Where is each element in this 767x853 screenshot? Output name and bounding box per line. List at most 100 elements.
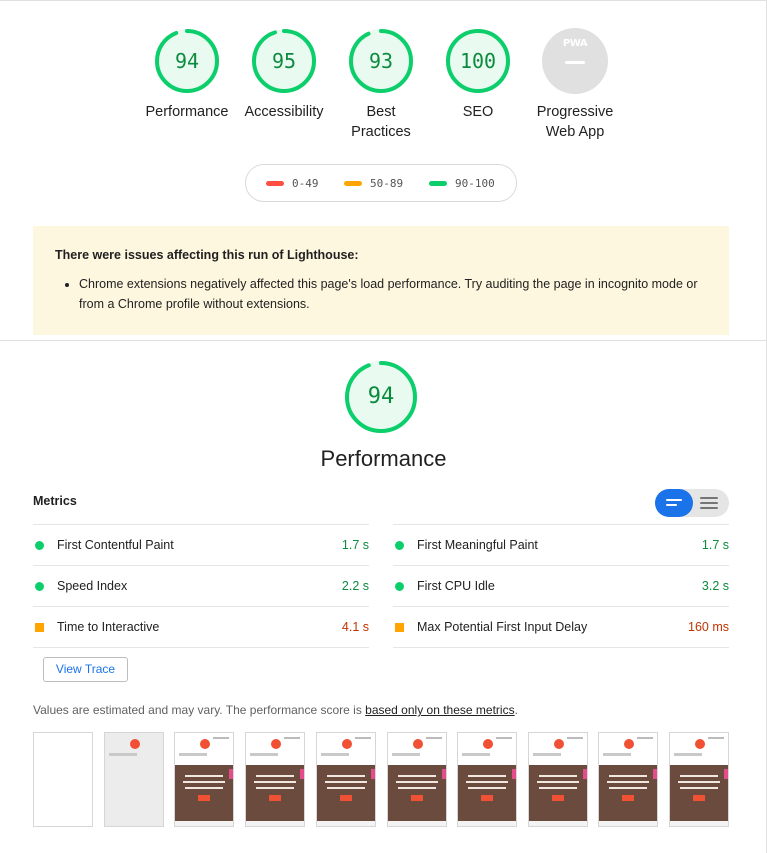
thumb-hero xyxy=(599,765,657,821)
metrics-column-right: First Meaningful Paint 1.7 s First CPU I… xyxy=(393,524,729,648)
gauge-seo[interactable]: 100 SEO xyxy=(428,28,528,122)
metric-label: First Contentful Paint xyxy=(57,538,174,552)
metric-first-meaningful-paint: First Meaningful Paint 1.7 s xyxy=(393,524,729,565)
filmstrip-frame xyxy=(245,732,305,827)
thumb-nav xyxy=(179,753,207,756)
gauge-best-practices[interactable]: 93 Best Practices xyxy=(331,28,431,142)
metric-value: 3.2 s xyxy=(701,579,729,593)
thumb-nav xyxy=(321,753,349,756)
thumb-nav xyxy=(674,753,702,756)
gauge-score: 95 xyxy=(271,49,297,73)
filmstrip-frame xyxy=(316,732,376,827)
legend-range: 90-100 xyxy=(455,177,495,190)
thumb-footer xyxy=(317,821,375,826)
gauge-ring: 94 xyxy=(154,28,220,94)
gauge-label: Progressive Web App xyxy=(525,102,625,142)
thumb-logo xyxy=(554,739,564,749)
warning-list: Chrome extensions negatively affected th… xyxy=(55,274,707,314)
metric-value: 1.7 s xyxy=(341,538,369,552)
metric-time-to-interactive: Time to Interactive 4.1 s xyxy=(33,606,369,647)
warning-item: Chrome extensions negatively affected th… xyxy=(79,274,707,314)
thumb-logo xyxy=(271,739,281,749)
warning-title: There were issues affecting this run of … xyxy=(55,248,359,262)
toggle-expanded-button[interactable] xyxy=(693,489,729,517)
gauge-label-line2: Practices xyxy=(351,124,411,140)
legend-swatch xyxy=(344,180,362,186)
note-suffix: . xyxy=(514,703,518,717)
legend-item-average: 50-89 xyxy=(344,177,403,191)
metric-value: 160 ms xyxy=(688,620,729,634)
performance-score: 94 xyxy=(367,384,395,409)
gauge-pwa[interactable]: PWA Progressive Web App xyxy=(525,28,625,142)
warning-box: There were issues affecting this run of … xyxy=(33,226,729,335)
gauge-ring: 93 xyxy=(348,28,414,94)
thumb-logo xyxy=(413,739,423,749)
metrics-view-toggle[interactable] xyxy=(655,489,729,517)
gauge-score: 100 xyxy=(459,49,497,73)
thumb-topbar xyxy=(708,737,724,739)
metric-first-cpu-idle: First CPU Idle 3.2 s xyxy=(393,565,729,606)
thumb-hero xyxy=(388,765,446,821)
gauge-label: SEO xyxy=(462,104,494,120)
filmstrip-frame-blank xyxy=(33,732,93,827)
thumb-footer xyxy=(670,821,728,826)
pass-indicator-icon xyxy=(35,541,44,550)
filmstrip-frame xyxy=(104,732,164,827)
pass-indicator-icon xyxy=(395,582,404,591)
thumb-hero xyxy=(246,765,304,821)
legend-swatch xyxy=(429,180,447,186)
thumb-nav xyxy=(603,753,631,756)
thumb-topbar xyxy=(284,737,300,739)
gauge-label-line1: Best xyxy=(366,104,396,120)
legend-swatch xyxy=(266,180,284,186)
gauge-label-line2: Web App xyxy=(545,124,605,140)
metric-max-potential-fid: Max Potential First Input Delay 160 ms xyxy=(393,606,729,647)
legend-range: 50-89 xyxy=(370,177,404,190)
view-trace-button[interactable]: View Trace xyxy=(43,657,128,682)
score-legend: 0-49 50-89 90-100 xyxy=(245,164,517,202)
metric-label: Max Potential First Input Delay xyxy=(417,620,588,634)
thumb-topbar xyxy=(496,737,512,739)
thumb-logo xyxy=(695,739,705,749)
thumb-nav xyxy=(533,753,561,756)
note-text: Values are estimated and may vary. The p… xyxy=(33,703,366,717)
gauge-label: Performance xyxy=(145,104,229,120)
legend-item-fail: 0-49 xyxy=(266,177,319,191)
thumb-nav xyxy=(109,753,137,756)
toggle-line xyxy=(700,502,718,504)
pass-indicator-icon xyxy=(395,541,404,550)
note-link[interactable]: based only on these metrics xyxy=(365,703,514,717)
thumb-logo xyxy=(624,739,634,749)
gauge-accessibility[interactable]: 95 Accessibility xyxy=(234,28,334,122)
thumb-topbar xyxy=(426,737,442,739)
toggle-line xyxy=(700,497,718,499)
filmstrip-frame xyxy=(387,732,447,827)
metric-first-contentful-paint: First Contentful Paint 1.7 s xyxy=(33,524,369,565)
gauge-ring: 95 xyxy=(251,28,317,94)
metric-label: Speed Index xyxy=(57,579,128,593)
thumb-footer xyxy=(599,821,657,826)
pwa-badge-text: PWA xyxy=(562,38,588,49)
section-divider xyxy=(0,340,767,341)
thumb-footer xyxy=(458,821,516,826)
gauge-label: Best Practices xyxy=(331,102,431,142)
gauge-performance[interactable]: 94 Performance xyxy=(137,28,237,122)
thumb-nav xyxy=(250,753,278,756)
metrics-column-left: First Contentful Paint 1.7 s Speed Index… xyxy=(33,524,369,648)
thumb-logo xyxy=(130,739,140,749)
thumb-footer xyxy=(175,821,233,826)
metric-label: Time to Interactive xyxy=(57,620,160,634)
thumb-footer xyxy=(529,821,587,826)
thumb-hero xyxy=(670,765,728,821)
thumb-hero xyxy=(317,765,375,821)
gauge-label: Accessibility xyxy=(244,104,324,120)
metric-speed-index: Speed Index 2.2 s xyxy=(33,565,369,606)
filmstrip-frame xyxy=(528,732,588,827)
performance-gauge: 94 xyxy=(344,360,418,434)
toggle-compact-button[interactable] xyxy=(655,489,693,517)
pwa-dash xyxy=(565,61,585,64)
gauge-score: 93 xyxy=(368,49,394,73)
metrics-note: Values are estimated and may vary. The p… xyxy=(33,703,518,717)
pwa-badge-icon: PWA xyxy=(542,28,608,94)
thumb-hero xyxy=(529,765,587,821)
